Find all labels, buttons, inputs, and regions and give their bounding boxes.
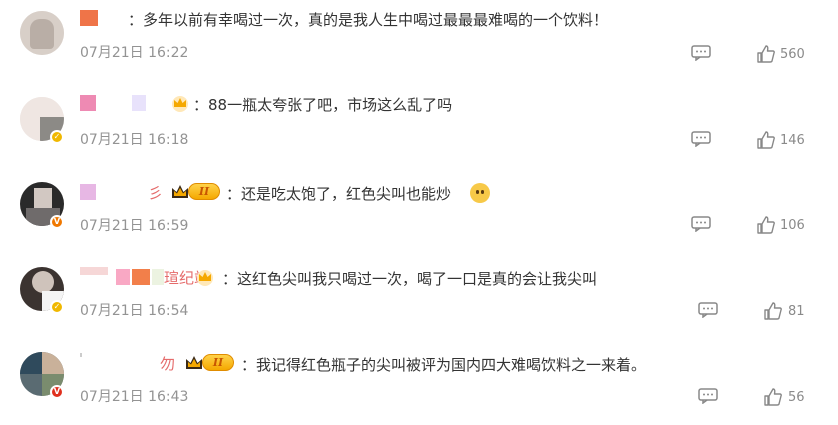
comment-item: V 彡 II ：还是吃太饱了，红色尖叫也能炒 07月21日 16:59 106: [0, 170, 838, 255]
thumbs-up-icon[interactable]: [764, 302, 782, 320]
level-badge: II: [188, 183, 220, 200]
comment-icon[interactable]: [691, 216, 711, 232]
comment-item: ✓ ：88一瓶太夸张了吧，市场这么乱了吗 07月21日 16:18 146: [0, 85, 838, 170]
like-count: 146: [780, 133, 805, 148]
crown-icon: [197, 270, 213, 286]
verified-badge-icon: ✓: [50, 130, 64, 144]
verified-badge-icon: ✓: [50, 300, 64, 314]
timestamp: 07月21日 16:22: [80, 45, 189, 61]
crown-icon: [172, 96, 188, 112]
username-redacted: [80, 95, 96, 111]
comment-icon[interactable]: [698, 388, 718, 404]
username[interactable]: [80, 8, 120, 28]
comment-item: ✓ 瑄纪站 ：这红色尖叫我只喝过一次，喝了一口是真的会让我尖叫 07月21日 1…: [0, 255, 838, 340]
crown-icon: [172, 185, 188, 198]
timestamp: 07月21日 16:54: [80, 303, 189, 319]
comment-icon[interactable]: [691, 45, 711, 61]
username-redacted: [80, 267, 108, 275]
username-redacted: [152, 269, 164, 285]
username-redacted: [80, 10, 98, 26]
comment-text: ：多年以前有幸喝过一次，真的是我人生中喝过最最最难喝的一个饮料！: [128, 11, 609, 29]
username[interactable]: 瑄纪站: [80, 267, 230, 287]
username-partial: 彡: [148, 184, 164, 202]
username[interactable]: 彡 II: [80, 182, 230, 202]
timestamp: 07月21日 16:43: [80, 389, 189, 405]
crown-icon: [186, 356, 202, 369]
comment-text: ：我记得红色瓶子的尖叫被评为国内四大难喝饮料之一来着。: [241, 356, 647, 374]
timestamp: 07月21日 16:18: [80, 132, 189, 148]
verified-badge-icon: V: [50, 215, 64, 229]
username[interactable]: 勿 II: [80, 353, 240, 373]
timestamp: 07月21日 16:59: [80, 218, 189, 234]
username-partial: 勿: [160, 355, 176, 373]
thumbs-up-icon[interactable]: [757, 131, 775, 149]
thumbs-up-icon[interactable]: [764, 388, 782, 406]
like-count: 560: [780, 47, 805, 62]
thumbs-up-icon[interactable]: [757, 216, 775, 234]
thumbs-up-icon[interactable]: [757, 45, 775, 63]
comment-icon[interactable]: [698, 302, 718, 318]
username-redacted: [132, 269, 150, 285]
comment-text: ：这红色尖叫我只喝过一次，喝了一口是真的会让我尖叫: [222, 270, 598, 288]
avatar[interactable]: [20, 11, 64, 55]
comment-item: V 勿 II ：我记得红色瓶子的尖叫被评为国内四大难喝饮料之一来着。 07月21…: [0, 340, 838, 425]
verified-badge-icon: V: [50, 385, 64, 399]
username-redacted: [116, 269, 130, 285]
username-redacted: [132, 95, 146, 111]
comment-icon[interactable]: [691, 131, 711, 147]
username-redacted: [80, 184, 96, 200]
comment-text: ：88一瓶太夸张了吧，市场这么乱了吗: [193, 96, 453, 114]
username[interactable]: [80, 93, 190, 113]
username-redacted: [80, 353, 82, 357]
like-count: 106: [780, 218, 805, 233]
like-count: 81: [788, 304, 805, 319]
level-badge: II: [202, 354, 234, 371]
like-count: 56: [788, 390, 805, 405]
doge-emoji-icon: [470, 183, 490, 203]
comment-item: ：多年以前有幸喝过一次，真的是我人生中喝过最最最难喝的一个饮料！ 07月21日 …: [0, 0, 838, 85]
comment-text: ：还是吃太饱了，红色尖叫也能炒: [226, 185, 452, 203]
